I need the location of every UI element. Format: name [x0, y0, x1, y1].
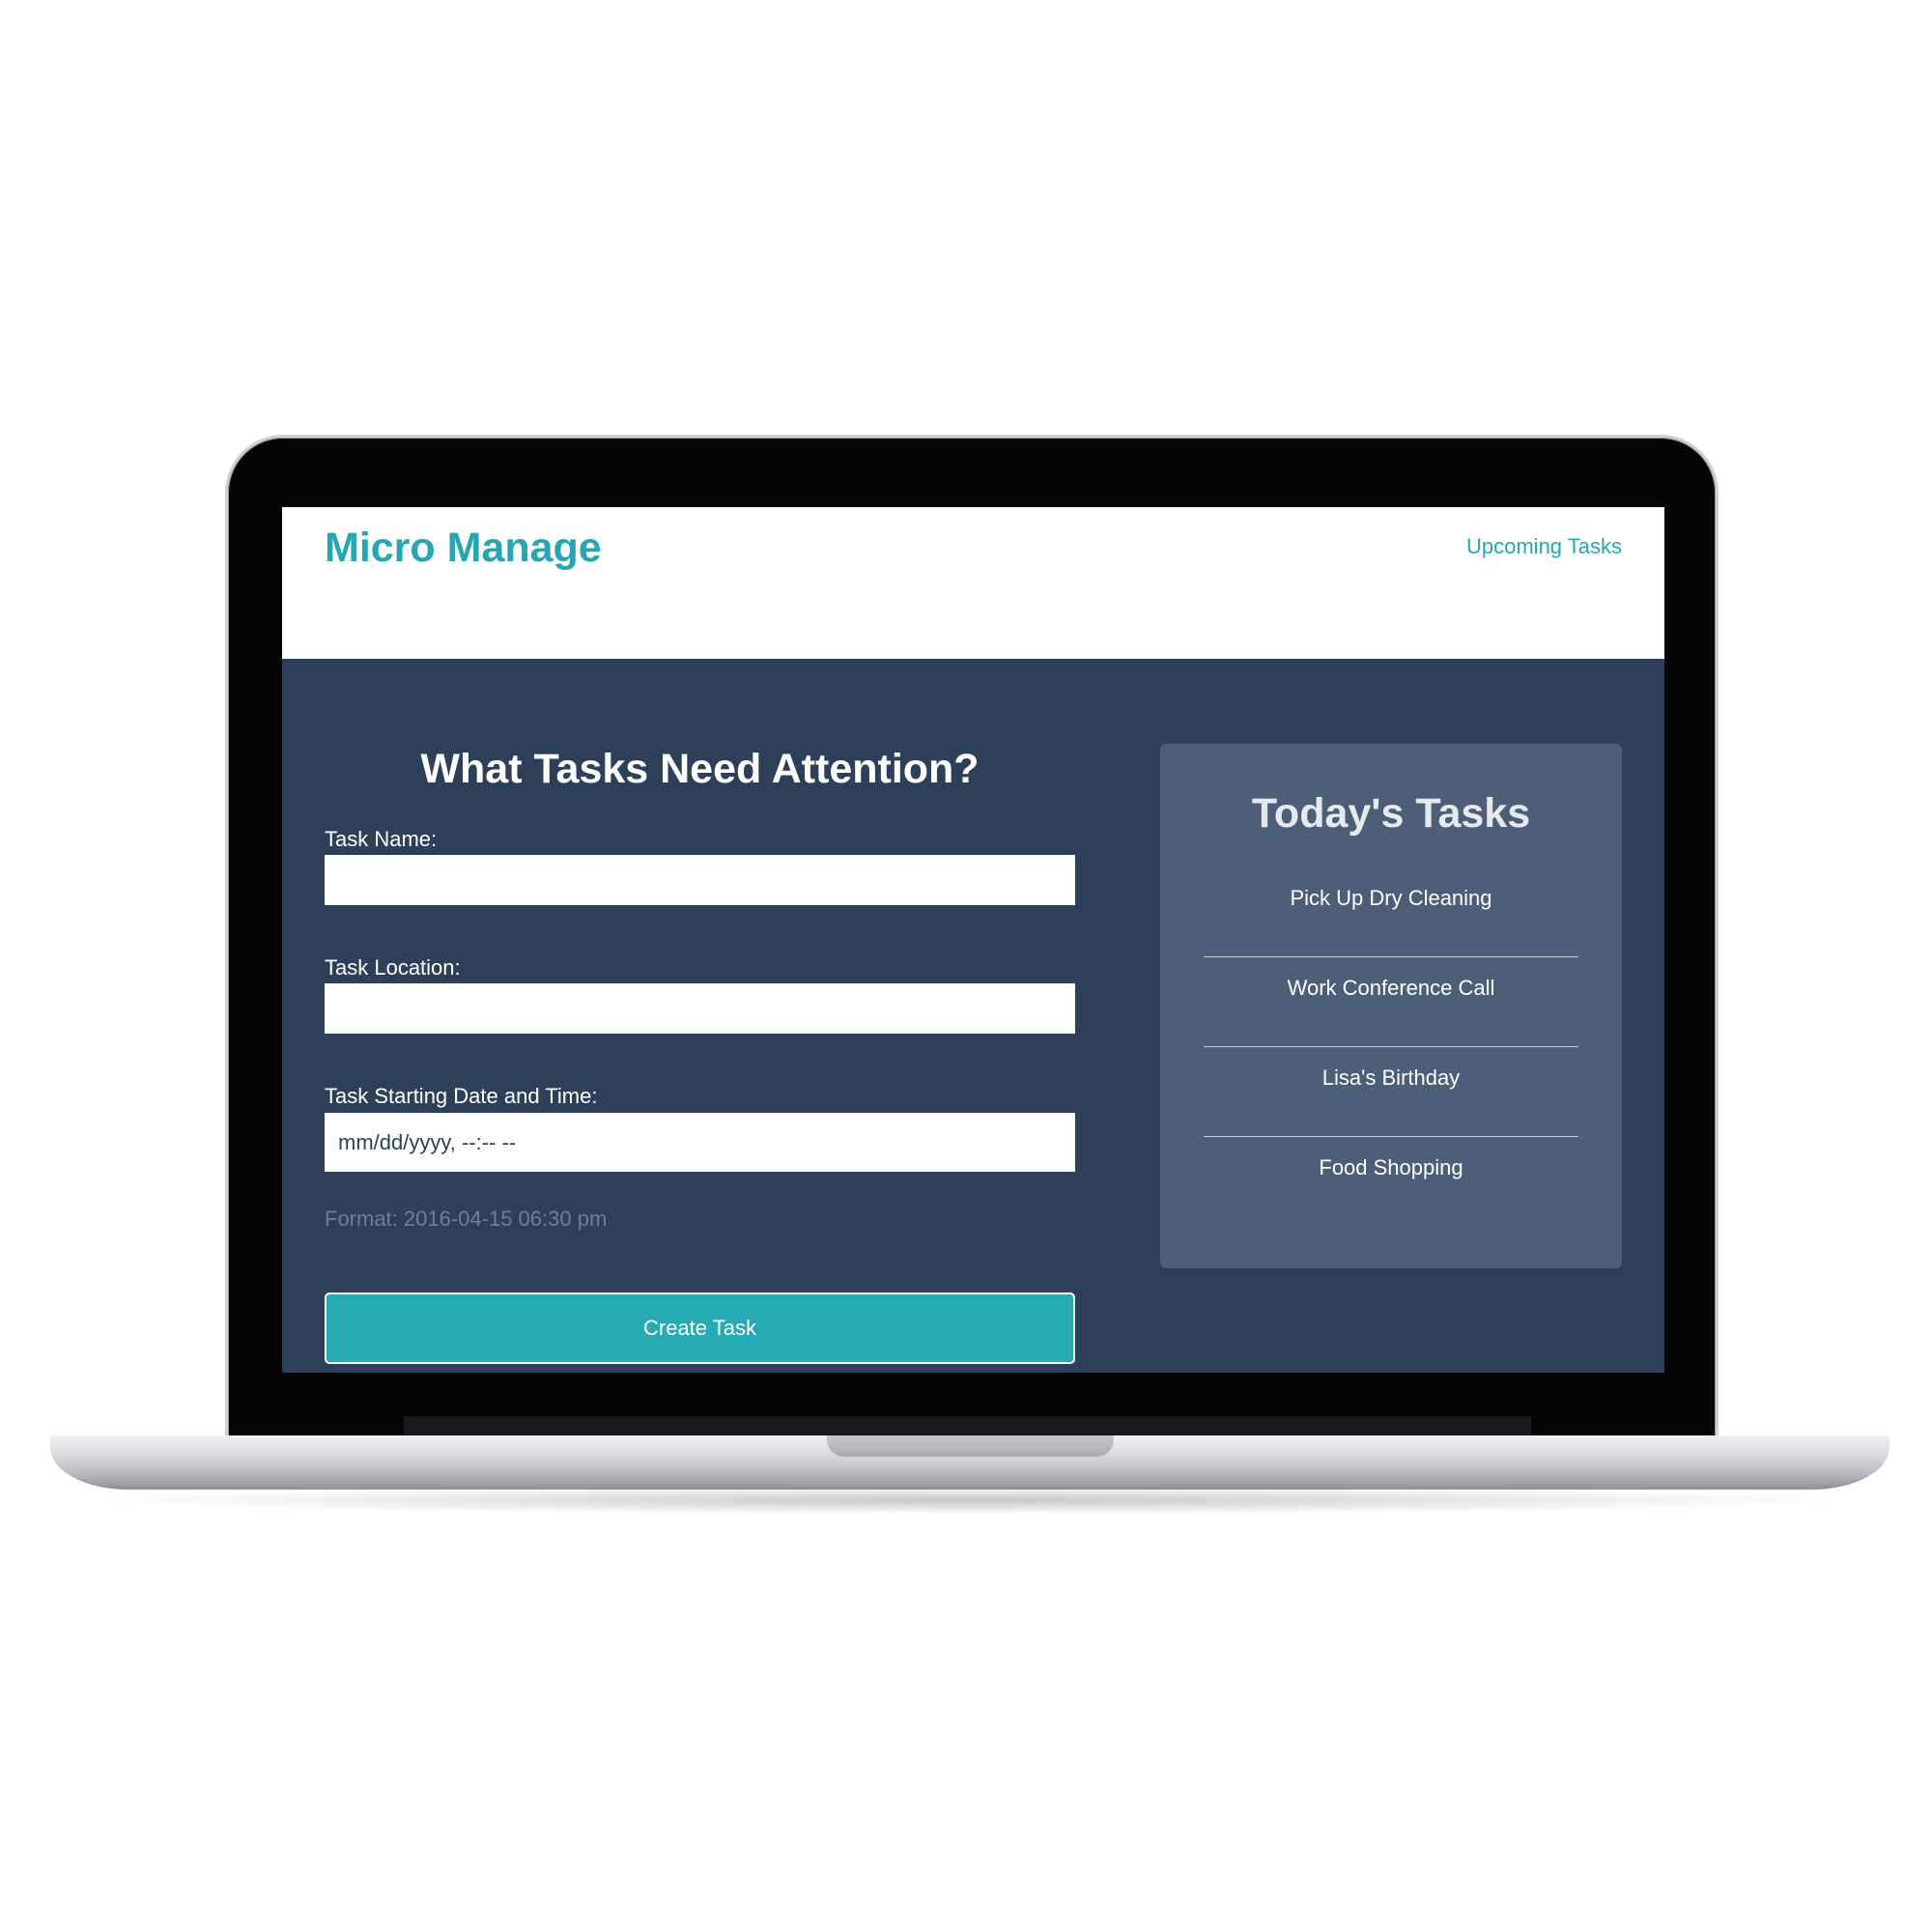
- app-header: Micro Manage Upcoming Tasks: [282, 507, 1664, 659]
- list-item[interactable]: Work Conference Call: [1204, 957, 1578, 1047]
- laptop-notch: [827, 1435, 1114, 1457]
- upcoming-tasks-link[interactable]: Upcoming Tasks: [1466, 534, 1622, 559]
- task-location-label: Task Location:: [325, 955, 461, 980]
- todays-tasks-panel: Today's Tasks Pick Up Dry Cleaning Work …: [1160, 744, 1622, 1268]
- create-task-button[interactable]: Create Task: [325, 1293, 1075, 1364]
- task-name-label: Task Name:: [325, 827, 438, 851]
- device-mockup: Micro Manage Upcoming Tasks What Tasks N…: [0, 0, 1932, 1932]
- laptop-shadow: [87, 1486, 1855, 1515]
- list-item[interactable]: Lisa's Birthday: [1204, 1047, 1578, 1137]
- task-name-input[interactable]: [325, 855, 1075, 905]
- brand-logo[interactable]: Micro Manage: [325, 525, 602, 572]
- task-datetime-input[interactable]: [325, 1113, 1075, 1172]
- task-list: Pick Up Dry Cleaning Work Conference Cal…: [1204, 867, 1578, 1227]
- task-location-input[interactable]: [325, 983, 1075, 1034]
- todays-tasks-title: Today's Tasks: [1251, 790, 1531, 837]
- task-form: What Tasks Need Attention? Task Name: Ta…: [325, 659, 1075, 1373]
- datetime-format-hint: Format: 2016-04-15 06:30 pm: [325, 1207, 608, 1231]
- page-title: What Tasks Need Attention?: [420, 746, 980, 792]
- laptop-screen: Micro Manage Upcoming Tasks What Tasks N…: [282, 507, 1664, 1373]
- task-datetime-label: Task Starting Date and Time:: [325, 1084, 598, 1108]
- list-item[interactable]: Pick Up Dry Cleaning: [1204, 867, 1578, 957]
- list-item[interactable]: Food Shopping: [1204, 1137, 1578, 1227]
